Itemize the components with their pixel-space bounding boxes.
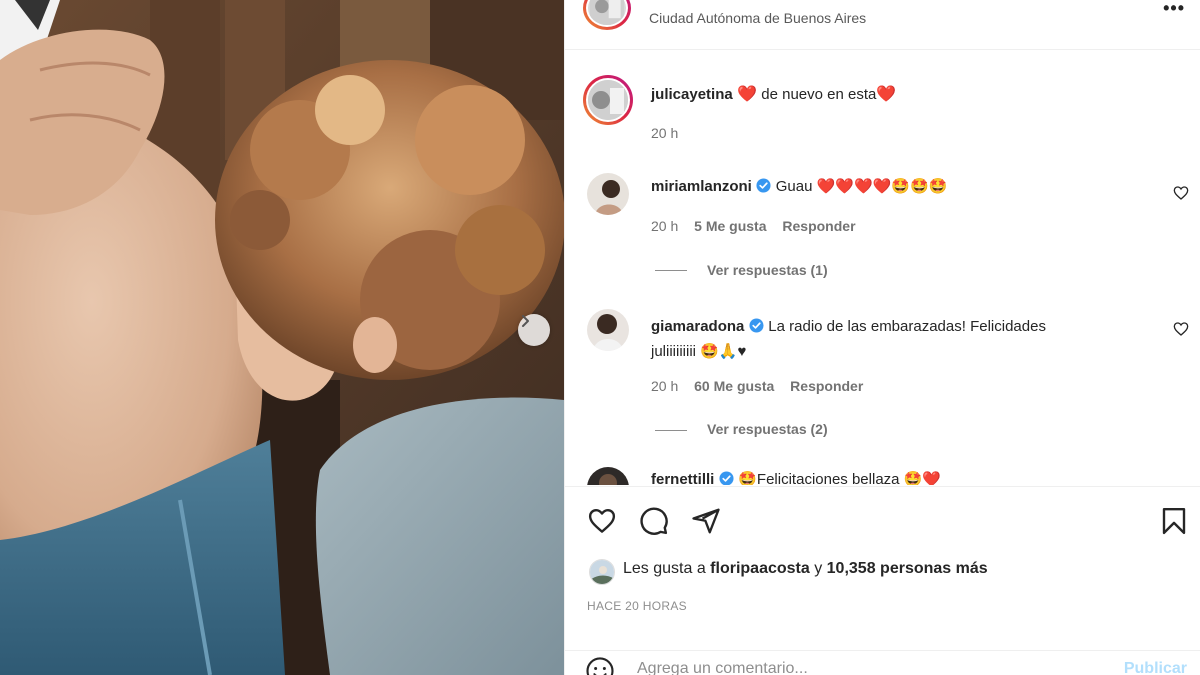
- caption: julicayetina ❤️ de nuevo en esta❤️: [651, 84, 896, 104]
- chevron-right-icon: [522, 315, 529, 327]
- comment-time[interactable]: 20 h: [651, 378, 678, 394]
- reply-button[interactable]: Responder: [782, 218, 855, 234]
- post-timestamp[interactable]: HACE 20 HORAS: [587, 599, 687, 613]
- replies-divider: [655, 430, 687, 431]
- next-photo-button[interactable]: [518, 314, 550, 346]
- comment-text: Guau ❤️❤️❤️❤️🤩🤩🤩: [775, 178, 948, 195]
- replies-divider: [655, 270, 687, 271]
- view-replies-button[interactable]: Ver respuestas (2): [707, 421, 828, 437]
- like-heart-icon[interactable]: [587, 506, 617, 536]
- comment-body: miriamlanzoni Guau ❤️❤️❤️❤️🤩🤩🤩: [651, 177, 947, 196]
- more-options-icon[interactable]: •••: [1163, 0, 1185, 19]
- post-panel: Ciudad Autónoma de Buenos Aires ••• juli…: [564, 0, 1200, 675]
- author-avatar[interactable]: [583, 0, 631, 30]
- liker-avatar[interactable]: [589, 559, 615, 585]
- caption-text: de nuevo en esta: [757, 86, 877, 103]
- comment-text-continued: juliiiiiiiii 🤩🙏♥: [651, 343, 747, 360]
- comment-time[interactable]: 20 h: [651, 218, 678, 234]
- comment-avatar[interactable]: [587, 467, 629, 485]
- verified-badge-icon: [756, 178, 771, 193]
- post-image: [0, 0, 564, 675]
- view-replies-button[interactable]: Ver respuestas (1): [707, 262, 828, 278]
- heart-emoji: ❤️: [737, 86, 758, 103]
- comment-text: La radio de las embarazadas! Felicidades: [768, 318, 1046, 335]
- comment-like-heart-icon[interactable]: [1173, 185, 1189, 201]
- likes-count[interactable]: 10,358 personas más: [827, 560, 988, 577]
- comments-list: julicayetina ❤️ de nuevo en esta❤️ 20 h …: [565, 51, 1200, 485]
- likes-prefix: Les gusta a: [623, 560, 711, 577]
- comment-avatar[interactable]: [587, 309, 629, 351]
- comment-body: fernettilli 🤩Felicitaciones bellaza 🤩❤️: [651, 470, 941, 485]
- comment-likes[interactable]: 60 Me gusta: [694, 378, 774, 394]
- post-location[interactable]: Ciudad Autónoma de Buenos Aires: [649, 10, 866, 26]
- comment-text: 🤩Felicitaciones bellaza 🤩❤️: [738, 471, 942, 485]
- reply-button[interactable]: Responder: [790, 378, 863, 394]
- verified-badge-icon: [719, 471, 734, 485]
- post-photo: [0, 0, 564, 675]
- share-icon[interactable]: [691, 506, 721, 536]
- comment-input[interactable]: [637, 655, 1097, 675]
- bookmark-icon[interactable]: [1159, 506, 1189, 536]
- add-comment-bar: Publicar: [565, 650, 1200, 675]
- verified-badge-icon: [749, 318, 764, 333]
- caption-username[interactable]: julicayetina: [651, 86, 733, 103]
- post-comment-button[interactable]: Publicar: [1124, 660, 1187, 675]
- comment-icon[interactable]: [639, 506, 669, 536]
- comment-username[interactable]: miriamlanzoni: [651, 178, 752, 195]
- liker-username[interactable]: floripaacosta: [710, 560, 810, 577]
- comment-likes[interactable]: 5 Me gusta: [694, 218, 766, 234]
- comment-avatar[interactable]: [587, 173, 629, 215]
- comment-meta: 20 h 5 Me gusta Responder: [651, 218, 856, 234]
- post-actions: Les gusta a floripaacosta y 10,358 perso…: [565, 486, 1200, 675]
- likes-summary: Les gusta a floripaacosta y 10,358 perso…: [623, 560, 988, 578]
- caption-avatar[interactable]: [583, 75, 633, 125]
- post-header: Ciudad Autónoma de Buenos Aires •••: [565, 0, 1200, 50]
- comment-like-heart-icon[interactable]: [1173, 321, 1189, 337]
- comment-username[interactable]: fernettilli: [651, 471, 714, 485]
- caption-time[interactable]: 20 h: [651, 125, 678, 141]
- emoji-icon[interactable]: [585, 656, 615, 675]
- likes-conjunction: y: [809, 560, 827, 577]
- comment-meta: 20 h 60 Me gusta Responder: [651, 378, 863, 394]
- comment-body: giamaradona La radio de las embarazadas!…: [651, 314, 1121, 364]
- heart-emoji: ❤️: [876, 86, 897, 103]
- comment-username[interactable]: giamaradona: [651, 318, 744, 335]
